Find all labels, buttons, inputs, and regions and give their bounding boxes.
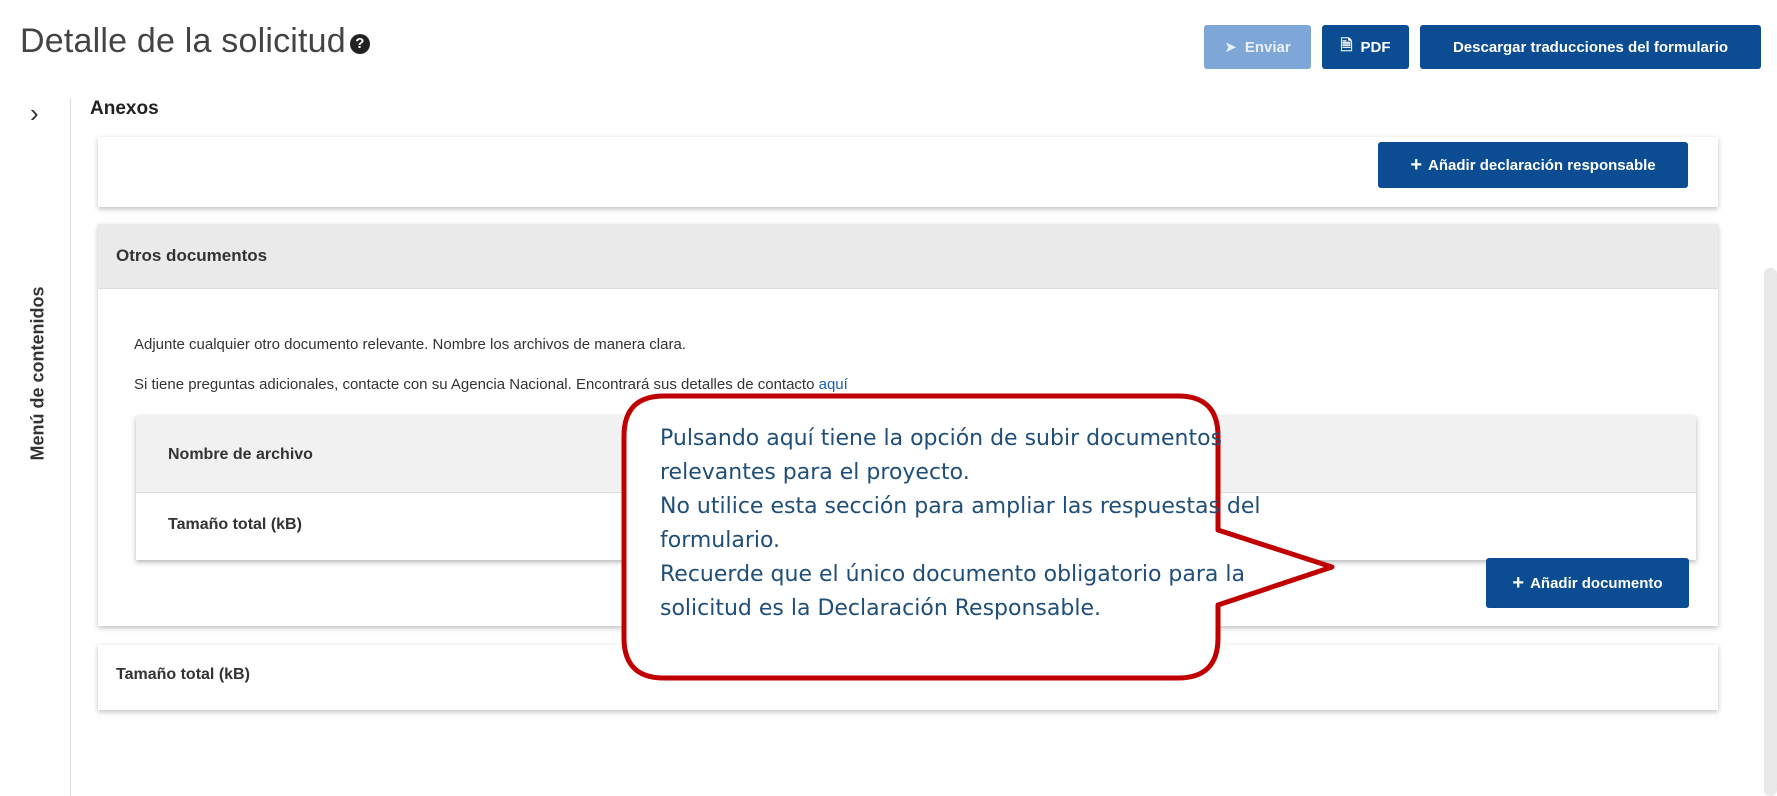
top-bar: Detalle de la solicitud? ➤ Enviar 🗎 PDF … — [0, 0, 1777, 98]
section-title: Anexos — [90, 98, 159, 119]
add-declaration-button[interactable]: + Añadir declaración responsable — [1378, 142, 1688, 188]
download-translations-label: Descargar traducciones del formulario — [1452, 38, 1729, 56]
instruction-text: Adjunte cualquier otro documento relevan… — [134, 336, 686, 353]
plus-icon: + — [1512, 571, 1525, 594]
other-documents-title: Otros documentos — [116, 246, 268, 265]
file-name-column-header: Nombre de archivo — [168, 446, 313, 463]
contact-instruction-text: Si tiene preguntas adicionales, contacte… — [134, 376, 819, 393]
contents-sidebar: › Menú de contenidos — [0, 98, 71, 796]
contact-link[interactable]: aquí — [819, 376, 848, 393]
download-translations-button[interactable]: Descargar traducciones del formulario — [1420, 25, 1761, 69]
sidebar-menu-label[interactable]: Menú de contenidos — [28, 284, 49, 464]
plus-icon: + — [1410, 153, 1423, 176]
add-document-label: Añadir documento — [1530, 574, 1663, 592]
files-table-total: Tamaño total (kB) — [168, 516, 302, 533]
pdf-button[interactable]: 🗎 PDF — [1322, 25, 1409, 69]
add-declaration-label: Añadir declaración responsable — [1428, 156, 1656, 174]
pdf-file-icon: 🗎 — [1340, 36, 1353, 54]
other-documents-card: Otros documentos Adjunte cualquier otro … — [98, 224, 1718, 626]
question-circle-icon[interactable]: ? — [349, 34, 370, 54]
other-documents-header: Otros documentos — [98, 224, 1718, 289]
paper-plane-icon: ➤ — [1224, 39, 1237, 56]
send-button-label: Enviar — [1244, 38, 1291, 56]
chevron-right-icon[interactable]: › — [30, 98, 39, 129]
files-table-header: Nombre de archivo — [136, 416, 1696, 493]
page-title-text: Detalle de la solicitud — [20, 22, 346, 60]
total-size-card: Tamaño total (kB) — [98, 645, 1718, 710]
send-button[interactable]: ➤ Enviar — [1204, 25, 1311, 69]
total-size-label: Tamaño total (kB) — [116, 666, 250, 683]
pdf-button-label: PDF — [1360, 38, 1391, 56]
page-title: Detalle de la solicitud? — [20, 22, 370, 61]
scrollbar[interactable] — [1764, 268, 1777, 796]
add-document-button[interactable]: + Añadir documento — [1486, 558, 1689, 608]
files-table: Nombre de archivo Tamaño total (kB) — [136, 416, 1696, 560]
contact-instruction: Si tiene preguntas adicionales, contacte… — [134, 376, 848, 393]
